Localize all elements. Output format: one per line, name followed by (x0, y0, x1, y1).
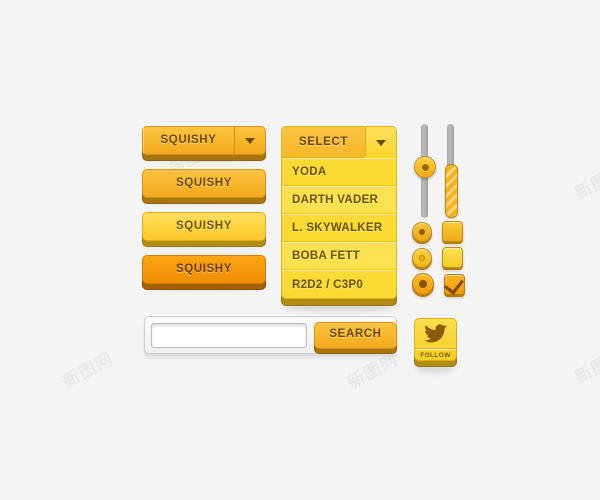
search-button-wrap: SEARCH (314, 321, 397, 354)
watermark: 新图网 (571, 161, 600, 205)
vertical-slider-knob[interactable] (414, 124, 436, 218)
search-bar: SEARCH (144, 316, 397, 354)
squishy-button-yellow[interactable]: SQUISHY (142, 212, 266, 241)
radio-button-off[interactable] (412, 247, 432, 268)
checkbox-unchecked-gold[interactable] (442, 221, 463, 242)
caret-down-icon (245, 137, 255, 144)
toggle-row (412, 273, 465, 295)
select-option-label: BOBA FETT (292, 250, 361, 262)
radio-button-selected[interactable] (412, 273, 434, 295)
select-option-label: R2D2 / C3P0 (292, 278, 364, 291)
toggle-row (412, 247, 465, 268)
select-panel: SELECT YODA DARTH VADER L. SKYWALKER BOB… (281, 126, 397, 299)
select-option-label: DARTH VADER (292, 194, 379, 206)
radio-button-on[interactable] (412, 221, 432, 242)
checkmark-icon (444, 273, 464, 295)
squishy-button-wrap: SQUISHY (142, 169, 266, 204)
checkbox-checked[interactable] (444, 273, 465, 295)
squishy-button-gold[interactable]: SQUISHY (142, 169, 266, 198)
watermark: 新图网 (571, 345, 600, 389)
search-button-label: SEARCH (329, 328, 382, 341)
follow-widget: FOLLOW (414, 318, 457, 372)
select-header[interactable]: SELECT (282, 127, 396, 158)
toggle-row (412, 221, 465, 242)
squishy-dropdown-button-wrap: SQUISHY (142, 126, 266, 161)
select-dropdown: SELECT YODA DARTH VADER L. SKYWALKER BOB… (281, 126, 397, 311)
squishy-dropdown-toggle[interactable] (235, 127, 265, 154)
slider-fill-handle[interactable] (445, 164, 458, 218)
toggle-control-group (412, 221, 465, 300)
follow-label: FOLLOW (420, 351, 451, 359)
squishy-button-wrap: SQUISHY (142, 212, 266, 247)
radio-dot-icon (419, 254, 425, 261)
squishy-dropdown-main[interactable]: SQUISHY (143, 127, 235, 154)
squishy-button-label: SQUISHY (176, 176, 232, 189)
select-header-label: SELECT (299, 136, 348, 148)
vertical-slider-filled[interactable] (440, 124, 460, 218)
checkbox-unchecked-light[interactable] (442, 247, 463, 268)
caret-down-icon (376, 139, 386, 146)
select-option-yoda[interactable]: YODA (282, 158, 396, 186)
squishy-button-group: SQUISHY SQUISHY SQUISHY SQUISHY (142, 126, 266, 298)
select-header-tab[interactable]: SELECT (282, 127, 366, 158)
ui-kit-canvas: 新图网 新图网 新图网 新图网 新图网 新图网 新图网 SQUISHY SQUI (0, 0, 600, 500)
select-option-r2d2-c3p0[interactable]: R2D2 / C3P0 (282, 270, 396, 298)
twitter-follow-button[interactable]: FOLLOW (414, 318, 457, 361)
watermark: 新图网 (59, 349, 117, 393)
slider-handle[interactable] (414, 156, 436, 178)
radio-dot-icon (419, 228, 425, 235)
select-option-darth-vader[interactable]: DARTH VADER (282, 186, 396, 214)
squishy-button-wrap: SQUISHY (142, 255, 266, 290)
twitter-bird-icon (423, 323, 447, 342)
select-option-boba-fett[interactable]: BOBA FETT (282, 242, 396, 270)
search-button[interactable]: SEARCH (314, 321, 397, 349)
radio-dot-icon (419, 280, 427, 288)
squishy-button-label: SQUISHY (160, 133, 217, 146)
squishy-button-label: SQUISHY (176, 262, 232, 275)
select-option-label: YODA (292, 166, 327, 178)
select-option-label: L. SKYWALKER (292, 222, 383, 234)
squishy-dropdown-button[interactable]: SQUISHY (142, 126, 266, 155)
search-input[interactable] (151, 322, 307, 348)
squishy-button-orange[interactable]: SQUISHY (142, 255, 266, 284)
bird-area (415, 319, 456, 349)
select-toggle[interactable] (366, 127, 396, 158)
select-option-l-skywalker[interactable]: L. SKYWALKER (282, 214, 396, 242)
squishy-button-label: SQUISHY (176, 219, 232, 232)
